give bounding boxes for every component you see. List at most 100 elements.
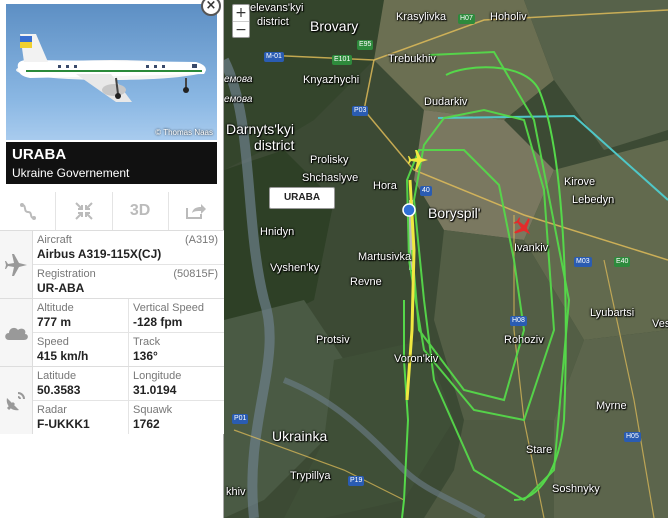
latitude-label: Latitude: [37, 370, 77, 382]
road-marker: 40: [420, 186, 432, 196]
place-label: Hora: [373, 180, 397, 192]
road-marker: M-01: [264, 52, 284, 62]
center-icon: [75, 202, 93, 220]
place-label: Rohoziv: [504, 334, 544, 346]
flight-title-bar: URABA Ukraine Governement: [6, 142, 217, 184]
place-label: Darnyts'kyi: [226, 121, 295, 137]
registration-field: Registration (50815F) UR-ABA: [33, 264, 224, 298]
zoom-control: + −: [232, 4, 250, 38]
speed-value: 415 km/h: [37, 349, 89, 363]
radar-label: Radar: [37, 404, 67, 416]
place-label: Martusivka: [358, 251, 412, 263]
place-label: Soshnyky: [552, 483, 600, 495]
place-label: district: [257, 16, 289, 28]
route-icon: [19, 203, 36, 220]
place-label: Vyshen'ky: [270, 262, 320, 274]
place-label: Krasylivka: [396, 11, 447, 23]
latitude-field: Latitude 50.3583: [33, 367, 128, 400]
vertical-speed-label: Vertical Speed: [133, 302, 204, 314]
track-value: 136°: [133, 349, 158, 363]
place-label: Prolisky: [310, 154, 349, 166]
road-marker: H07: [458, 14, 475, 24]
place-label: Lyubartsi: [590, 307, 635, 319]
flight-tracker: + − elevans'kyi district Brovary Krasyli…: [0, 0, 668, 518]
squawk-field: Squawk 1762: [128, 401, 224, 434]
road-marker: E101: [332, 55, 353, 65]
place-label: Trypillya: [290, 470, 331, 482]
flight-data-section: Altitude 777 m Vertical Speed -128 fpm S…: [0, 298, 224, 366]
altitude-label: Altitude: [37, 302, 74, 314]
longitude-value: 31.0194: [133, 383, 177, 397]
place-label: емова: [224, 94, 253, 105]
cloud-icon: [0, 299, 32, 366]
radar-icon: [0, 367, 32, 434]
radar-value: F-UKKK1: [37, 417, 90, 431]
track-label: Track: [133, 336, 161, 348]
aircraft-field: Aircraft (A319) Airbus A319-115X(CJ): [33, 231, 224, 264]
place-label: Boryspil': [428, 205, 481, 221]
place-label: Stare: [526, 444, 553, 456]
squawk-label: Squawk: [133, 404, 173, 416]
road-marker: H05: [624, 432, 641, 442]
callout-label: URABA: [283, 192, 321, 203]
close-button[interactable]: ×: [201, 0, 221, 16]
longitude-label: Longitude: [133, 370, 182, 382]
place-label: Voron'kiv: [394, 353, 439, 365]
road-marker: P01: [232, 414, 249, 424]
3d-view-button[interactable]: 3D: [113, 192, 169, 230]
track-field: Track 136°: [128, 333, 224, 366]
speed-label: Speed: [37, 336, 69, 348]
zoom-in-button[interactable]: +: [233, 5, 249, 21]
vertical-speed-field: Vertical Speed -128 fpm: [128, 299, 224, 332]
road-marker: E95: [357, 40, 374, 50]
radar-field: Radar F-UKKK1: [33, 401, 128, 434]
place-label: Lebedyn: [572, 194, 615, 206]
altitude-value: 777 m: [37, 315, 72, 329]
place-label: Myrne: [596, 400, 627, 412]
photo-credit: © Thomas Naas: [155, 128, 213, 137]
place-label: khiv: [226, 486, 246, 498]
place-label: district: [254, 137, 295, 153]
aircraft-code: (A319): [184, 234, 218, 246]
road-marker: H08: [510, 316, 527, 326]
close-icon: ×: [205, 0, 217, 13]
share-button[interactable]: [169, 192, 224, 230]
place-label: Protsiv: [316, 334, 350, 346]
map-view[interactable]: + − elevans'kyi district Brovary Krasyli…: [224, 0, 668, 518]
flight-info-panel: © Thomas Naas × URABA Ukraine Governemen…: [0, 0, 224, 518]
zoom-out-button[interactable]: −: [233, 21, 249, 38]
speed-field: Speed 415 km/h: [33, 333, 128, 366]
plane-icon: [0, 231, 32, 298]
flight-callout[interactable]: URABA: [269, 187, 335, 209]
road-marker: M03: [574, 257, 592, 267]
place-label: емова: [224, 74, 253, 85]
place-label: Hoholiv: [490, 11, 527, 23]
road-marker: E40: [614, 257, 631, 267]
action-toolbar: 3D: [0, 192, 224, 230]
squawk-value: 1762: [133, 417, 160, 431]
place-label: Brovary: [310, 18, 359, 34]
place-label: Ivankiv: [514, 242, 549, 254]
place-label: Shchaslyve: [302, 172, 359, 184]
place-label: Revne: [350, 276, 382, 288]
position-section: Latitude 50.3583 Longitude 31.0194 Radar…: [0, 366, 224, 434]
callsign: URABA: [12, 146, 67, 163]
3d-view-label: 3D: [129, 202, 151, 219]
place-label: Ves: [652, 318, 668, 330]
place-label: Hnidyn: [260, 226, 295, 238]
road-marker: P19: [348, 476, 365, 486]
aircraft-photo[interactable]: © Thomas Naas: [6, 4, 217, 140]
place-label: elevans'kyi: [250, 2, 304, 14]
aircraft-image: [16, 34, 206, 102]
share-icon: [186, 204, 207, 219]
road-marker: P03: [352, 106, 369, 116]
vertical-speed-value: -128 fpm: [133, 315, 183, 329]
aircraft-section: Aircraft (A319) Airbus A319-115X(CJ) Reg…: [0, 230, 224, 298]
center-button[interactable]: [56, 192, 113, 230]
place-label: Knyazhychi: [303, 74, 360, 86]
operator-name: Ukraine Governement: [12, 166, 130, 180]
place-label: Ukrainka: [272, 428, 328, 444]
registration-value: UR-ABA: [37, 281, 85, 295]
place-label: Kirove: [564, 176, 596, 188]
route-button[interactable]: [0, 192, 57, 230]
